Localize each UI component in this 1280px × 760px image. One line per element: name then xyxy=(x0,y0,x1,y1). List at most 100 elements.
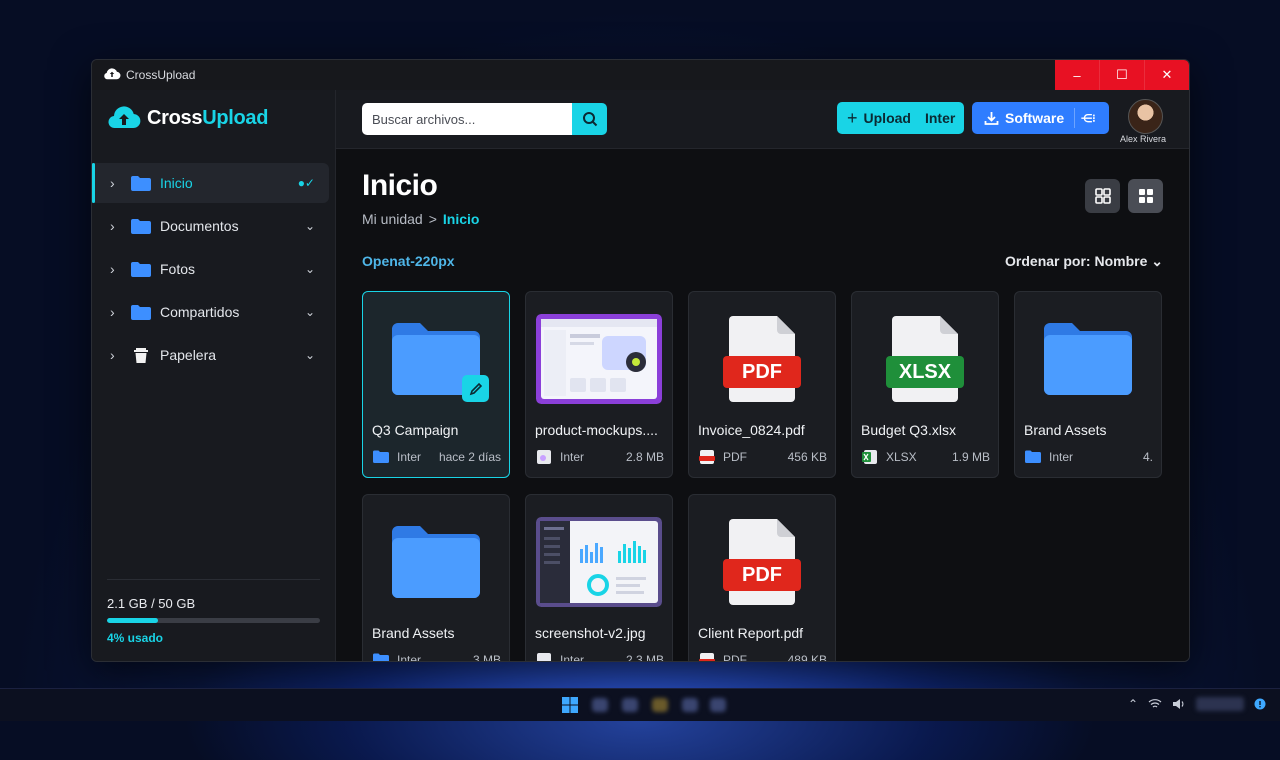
chevron-right-icon: › xyxy=(110,218,115,234)
chevron-up-icon[interactable]: ⌃ xyxy=(1128,697,1138,711)
sidebar-item-fotos[interactable]: › Fotos ⌄ xyxy=(92,249,329,289)
folder-icon xyxy=(373,653,389,661)
file-card[interactable]: XLSX Budget Q3.xlsx XLSX 1.9 MB xyxy=(851,291,999,478)
storage-used-text: 2.1 GB / 50 GB xyxy=(107,596,196,611)
sidebar-item-papelera[interactable]: › Papelera ⌄ xyxy=(92,335,329,375)
taskbar-app-icon[interactable] xyxy=(710,698,726,712)
file-name: Brand Assets xyxy=(372,625,455,641)
storage-percent-text: 4% usado xyxy=(107,631,164,645)
divider xyxy=(107,579,320,580)
grid-view-large-button[interactable] xyxy=(1128,179,1163,213)
file-size: 4. xyxy=(1142,450,1153,464)
file-type-badge: PDF xyxy=(723,356,801,388)
system-tray: ⌃ xyxy=(1128,697,1266,711)
sidebar-item-compartidos[interactable]: › Compartidos ⌄ xyxy=(92,292,329,332)
volume-icon[interactable] xyxy=(1172,698,1186,710)
file-card[interactable]: screenshot-v2.jpg Inter 2.3 MB xyxy=(525,494,673,661)
sidebar-item-label: Documentos xyxy=(160,218,239,234)
file-name: Client Report.pdf xyxy=(698,625,804,641)
sidebar-nav: › Inicio ●✓ › Documentos ⌄ › Fotos ⌄ › C… xyxy=(92,163,335,378)
divider xyxy=(1074,108,1076,128)
chevron-right-icon: › xyxy=(110,175,115,191)
file-card[interactable]: product-mockups.... Inter 2.8 MB xyxy=(525,291,673,478)
page-title: Inicio xyxy=(362,169,438,202)
chevron-down-icon[interactable]: ⌄ xyxy=(305,348,315,362)
avatar[interactable] xyxy=(1128,99,1163,134)
folder-icon xyxy=(131,304,151,320)
taskbar-app-icon[interactable] xyxy=(652,698,668,712)
sidebar-item-label: Inicio xyxy=(160,175,193,191)
file-card[interactable]: Brand Assets Inter 4. xyxy=(1014,291,1162,478)
file-type: XLSX xyxy=(886,450,917,464)
file-meta: XLSX 1.9 MB xyxy=(861,450,990,464)
sort-dropdown[interactable]: Ordenar por: Nombre ⌄ xyxy=(1005,253,1163,270)
file-meta: Inter 4. xyxy=(1024,450,1153,464)
sidebar: CrossUpload › Inicio ●✓ › Documentos ⌄ ›… xyxy=(92,90,336,661)
storage-meter: 2.1 GB / 50 GB 4% usado xyxy=(107,579,320,645)
excel-file-icon xyxy=(862,450,877,464)
wifi-icon[interactable] xyxy=(1148,698,1162,710)
file-type: PDF xyxy=(723,450,747,464)
app-window: CrossUpload – ☐ ✕ CrossUpload › Inicio ●… xyxy=(91,59,1190,662)
sidebar-item-label: Papelera xyxy=(160,347,217,363)
search-button[interactable] xyxy=(572,103,607,135)
windows-start-icon[interactable] xyxy=(562,697,578,713)
clock[interactable] xyxy=(1196,697,1244,711)
sidebar-item-label: Compartidos xyxy=(160,304,240,320)
trash-icon xyxy=(134,347,148,363)
file-meta: Inter 2.8 MB xyxy=(535,450,664,464)
software-button[interactable]: Software ⋲⁝ xyxy=(972,102,1109,134)
taskbar-app-icon[interactable] xyxy=(682,698,698,712)
pdf-document-icon: PDF xyxy=(723,519,801,605)
search-input[interactable] xyxy=(362,103,572,135)
brand-name: CrossUpload xyxy=(147,106,269,129)
taskbar-app-icon[interactable] xyxy=(622,698,638,712)
file-thumbnail: PDF xyxy=(689,304,835,414)
folder-icon xyxy=(131,218,151,234)
file-type: Inter xyxy=(397,653,422,662)
file-card[interactable]: Q3 Campaign Inter hace 2 días xyxy=(362,291,510,478)
software-extra-icon: ⋲⁝ xyxy=(1081,112,1096,125)
upload-button[interactable]: + Upload Inter xyxy=(837,102,964,134)
notification-icon[interactable] xyxy=(1254,698,1266,710)
file-size: 3 MB xyxy=(472,653,501,662)
chevron-down-icon[interactable]: ⌄ xyxy=(305,305,315,319)
file-card[interactable]: PDF Invoice_0824.pdf PDF 456 KB xyxy=(688,291,836,478)
taskbar: ⌃ xyxy=(0,688,1280,721)
grid-view-small-button[interactable] xyxy=(1085,179,1120,213)
title-bar[interactable]: CrossUpload – ☐ ✕ xyxy=(92,60,1189,90)
chevron-right-icon: › xyxy=(110,347,115,363)
file-name: Invoice_0824.pdf xyxy=(698,422,805,438)
maximize-button[interactable]: ☐ xyxy=(1099,60,1144,90)
file-card[interactable]: Brand Assets Inter 3 MB xyxy=(362,494,510,662)
edit-button[interactable] xyxy=(462,375,489,402)
software-label: Software xyxy=(1005,110,1065,126)
breadcrumb-current: Inicio xyxy=(442,211,480,227)
file-type: Inter xyxy=(397,450,422,464)
chevron-down-icon[interactable]: ⌄ xyxy=(305,262,315,276)
chevron-down-icon[interactable]: ⌄ xyxy=(305,219,315,233)
file-type: PDF xyxy=(723,653,747,662)
brand-logo[interactable]: CrossUpload xyxy=(107,106,268,130)
folder-icon xyxy=(1044,323,1132,395)
grid-large-icon xyxy=(1138,189,1153,203)
taskbar-app-icon[interactable] xyxy=(592,698,608,712)
grid-small-icon xyxy=(1094,188,1111,204)
active-check-icon: ●✓ xyxy=(297,176,315,190)
file-size: 489 KB xyxy=(787,653,827,662)
close-button[interactable]: ✕ xyxy=(1144,60,1189,90)
file-thumbnail xyxy=(1015,304,1161,414)
sidebar-item-documentos[interactable]: › Documentos ⌄ xyxy=(92,206,329,246)
file-type: Inter xyxy=(560,450,585,464)
file-card[interactable]: PDF Client Report.pdf PDF 489 KB xyxy=(688,494,836,662)
breadcrumb: Mi unidad > Inicio xyxy=(362,211,479,227)
sidebar-item-inicio[interactable]: › Inicio ●✓ xyxy=(92,163,329,203)
file-size: 456 KB xyxy=(787,450,827,464)
minimize-button[interactable]: – xyxy=(1055,60,1099,90)
breadcrumb-root[interactable]: Mi unidad xyxy=(362,211,423,227)
window-controls: – ☐ ✕ xyxy=(1055,60,1189,90)
pencil-icon xyxy=(469,382,482,395)
file-thumbnail xyxy=(526,304,672,414)
upload-extra-label: Inter xyxy=(924,110,956,126)
window-title: CrossUpload xyxy=(126,68,196,82)
